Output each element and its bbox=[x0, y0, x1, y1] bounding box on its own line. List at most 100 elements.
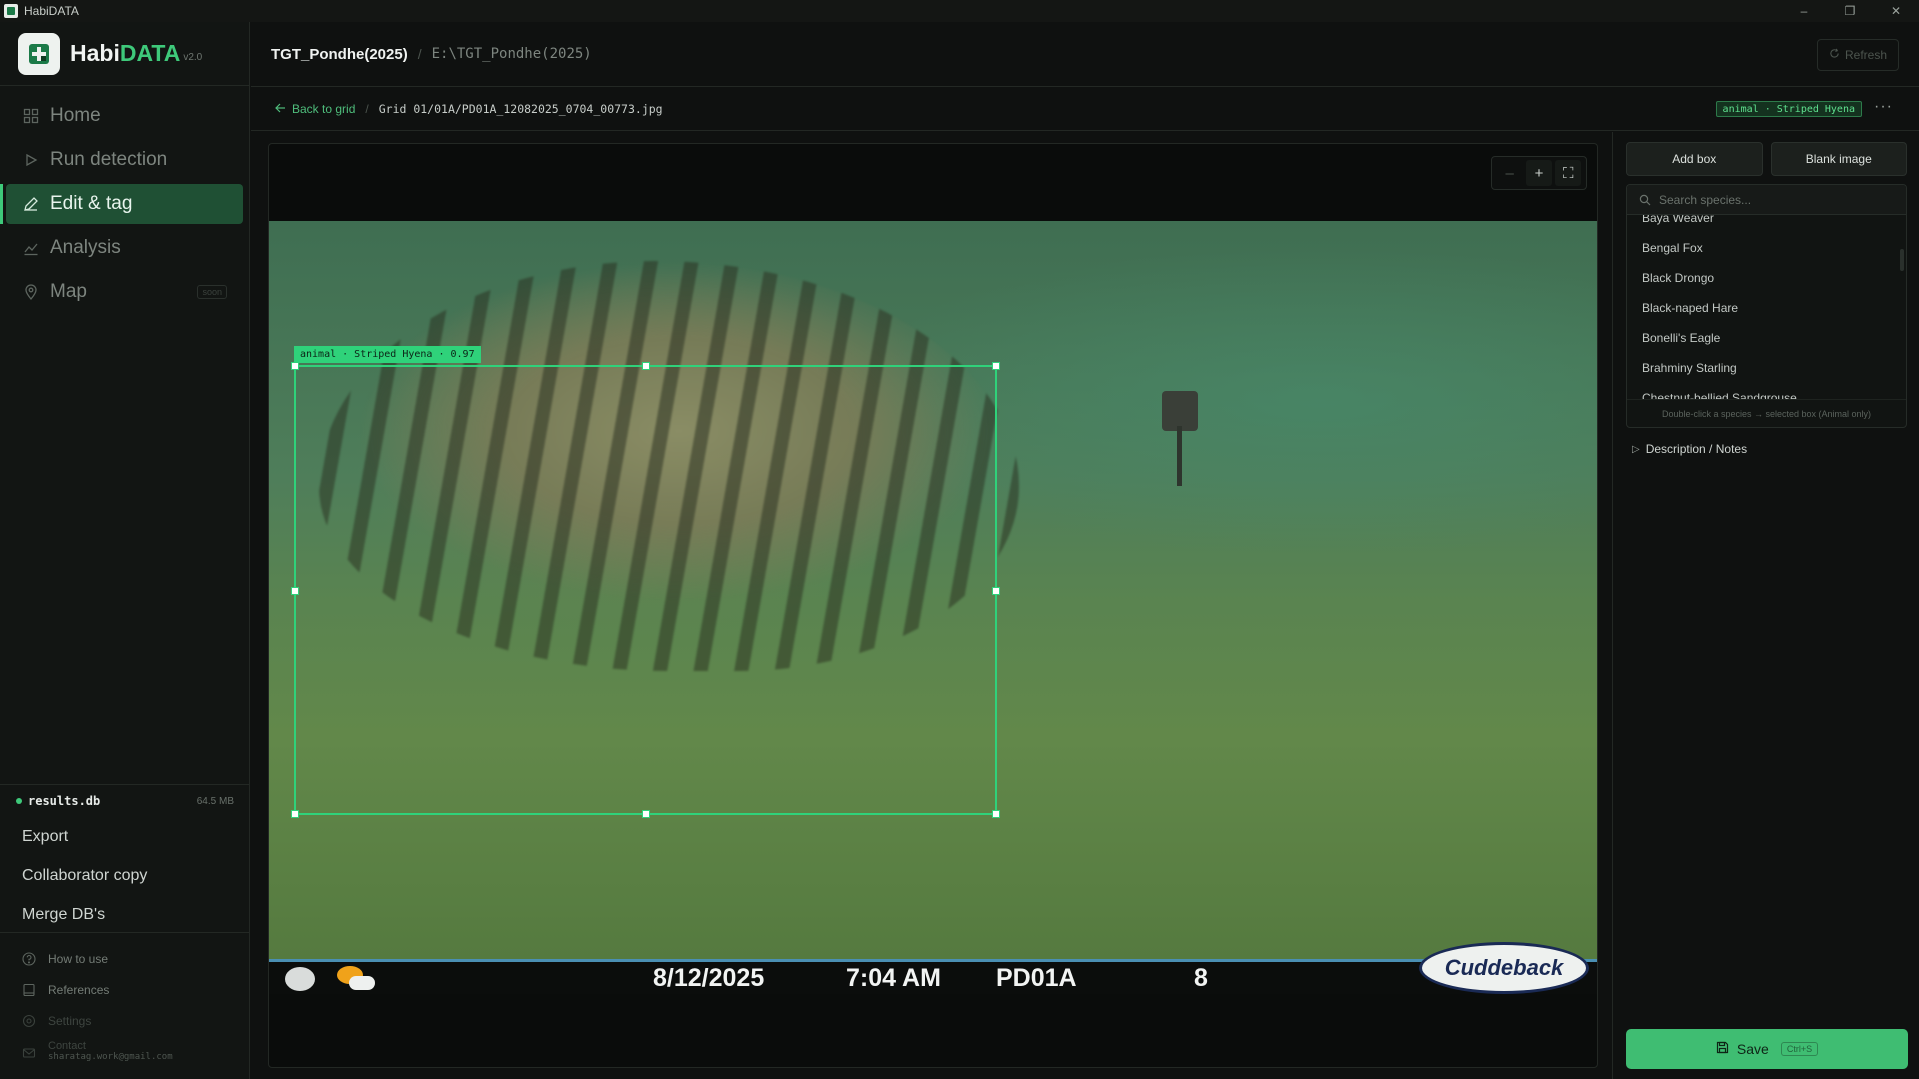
resize-handle-se[interactable] bbox=[992, 810, 1000, 818]
arrow-left-icon bbox=[275, 102, 286, 116]
trap-camera-image bbox=[1162, 391, 1198, 431]
detection-label: animal · Striped Hyena · 0.97 bbox=[294, 346, 481, 363]
trap-pole-image bbox=[1177, 426, 1182, 486]
add-box-button[interactable]: Add box bbox=[1626, 142, 1763, 176]
close-button[interactable]: ✕ bbox=[1873, 0, 1919, 22]
species-item[interactable]: Black-naped Hare bbox=[1627, 293, 1906, 323]
back-to-grid-link[interactable]: Back to grid bbox=[275, 102, 355, 116]
window-titlebar: HabiDATA – ❐ ✕ bbox=[0, 0, 1919, 22]
image-canvas[interactable]: – + ⛶ 8/12/2025 7:04 AM PD01A 8 Cuddebac… bbox=[268, 143, 1598, 1068]
path-separator: / bbox=[417, 46, 422, 62]
save-shortcut: Ctrl+S bbox=[1780, 1042, 1819, 1056]
resize-handle-n[interactable] bbox=[642, 362, 650, 370]
resize-handle-sw[interactable] bbox=[291, 810, 299, 818]
window-title: HabiDATA bbox=[24, 4, 79, 18]
back-to-grid-label: Back to grid bbox=[292, 102, 356, 116]
main-nav: Home Run detection Edit & tag Analysis M… bbox=[0, 86, 249, 312]
how-to-use-label: How to use bbox=[48, 951, 109, 966]
nav-label: Home bbox=[50, 105, 101, 126]
resize-handle-s[interactable] bbox=[642, 810, 650, 818]
description-notes-toggle[interactable]: ▷ Description / Notes bbox=[1632, 442, 1919, 456]
nav-home[interactable]: Home bbox=[6, 96, 243, 136]
nav-edit-tag[interactable]: Edit & tag bbox=[0, 184, 243, 224]
zoom-controls: – + ⛶ bbox=[1491, 156, 1587, 190]
zoom-out-button[interactable]: – bbox=[1497, 160, 1523, 186]
fit-screen-button[interactable]: ⛶ bbox=[1555, 160, 1582, 186]
species-item[interactable]: Black Drongo bbox=[1627, 263, 1906, 293]
sidebar: HabiDATA v2.0 Home Run detection Edit & … bbox=[0, 22, 250, 1079]
database-section: results.db 64.5 MB Export Collaborator c… bbox=[0, 784, 250, 934]
app-icon bbox=[4, 4, 18, 18]
resize-handle-w[interactable] bbox=[291, 587, 299, 595]
database-status: results.db 64.5 MB bbox=[0, 785, 250, 817]
grid-icon bbox=[22, 107, 40, 125]
moon-phase-icon bbox=[285, 967, 315, 991]
refresh-icon bbox=[1829, 48, 1840, 62]
nav-analysis[interactable]: Analysis bbox=[6, 228, 243, 268]
current-file-path: Grid 01/01A/PD01A_12082025_0704_00773.jp… bbox=[378, 102, 663, 116]
species-item[interactable]: Brahminy Starling bbox=[1627, 353, 1906, 383]
species-search bbox=[1627, 185, 1906, 215]
cuddeback-logo: Cuddeback bbox=[1419, 942, 1589, 994]
maximize-button[interactable]: ❐ bbox=[1827, 0, 1873, 22]
mail-icon bbox=[22, 1048, 36, 1058]
nav-label: Map bbox=[50, 281, 87, 302]
species-scrollbar[interactable] bbox=[1899, 219, 1904, 397]
resize-handle-ne[interactable] bbox=[992, 362, 1000, 370]
database-size: 64.5 MB bbox=[196, 795, 234, 807]
more-options-icon[interactable]: ··· bbox=[1874, 98, 1893, 116]
gear-icon bbox=[22, 1014, 36, 1027]
minimize-button[interactable]: – bbox=[1781, 0, 1827, 22]
species-item[interactable]: Baya Weaver bbox=[1627, 215, 1906, 233]
nav-label: Edit & tag bbox=[50, 193, 133, 214]
merge-dbs-button[interactable]: Merge DB's bbox=[0, 895, 250, 934]
chart-icon bbox=[22, 239, 40, 257]
contact-link[interactable]: Contact sharatag.work@gmail.com bbox=[0, 1040, 250, 1062]
export-button[interactable]: Export bbox=[0, 817, 250, 856]
tag-panel: Add box Blank image Baya Weaver Bengal F… bbox=[1612, 132, 1919, 1079]
resize-handle-nw[interactable] bbox=[291, 362, 299, 370]
project-name: TGT_Pondhe(2025) bbox=[271, 45, 408, 63]
species-item[interactable]: Chestnut-bellied Sandgrouse bbox=[1627, 383, 1906, 399]
floppy-disk-icon bbox=[1716, 1041, 1729, 1057]
database-name: results.db bbox=[28, 794, 101, 808]
search-icon bbox=[1639, 194, 1651, 205]
play-icon bbox=[22, 151, 40, 169]
save-button[interactable]: Save Ctrl+S bbox=[1626, 1029, 1908, 1069]
header: TGT_Pondhe(2025) / E:\TGT_Pondhe(2025) R… bbox=[251, 22, 1919, 87]
detection-bounding-box[interactable] bbox=[291, 362, 1000, 818]
species-tag-badge: animal · Striped Hyena bbox=[1715, 101, 1862, 117]
save-label: Save bbox=[1736, 1041, 1769, 1057]
settings-label: Settings bbox=[48, 1013, 92, 1028]
species-item[interactable]: Bengal Fox bbox=[1627, 233, 1906, 263]
species-search-input[interactable] bbox=[1659, 192, 1879, 207]
resize-handle-e[interactable] bbox=[992, 587, 1000, 595]
brand: HabiDATA v2.0 bbox=[0, 22, 249, 86]
soon-badge: soon bbox=[197, 285, 227, 299]
scrollbar-thumb[interactable] bbox=[1900, 249, 1904, 271]
project-path: E:\TGT_Pondhe(2025) bbox=[431, 46, 592, 62]
map-pin-icon bbox=[22, 283, 40, 301]
species-item[interactable]: Bonelli's Eagle bbox=[1627, 323, 1906, 353]
contact-label: Contact bbox=[48, 1040, 86, 1052]
settings-link[interactable]: Settings bbox=[0, 1005, 250, 1036]
window-controls: – ❐ ✕ bbox=[1781, 0, 1919, 22]
nav-label: Analysis bbox=[50, 237, 121, 258]
breadcrumb: Back to grid / Grid 01/01A/PD01A_1208202… bbox=[251, 88, 1919, 131]
collaborator-copy-button[interactable]: Collaborator copy bbox=[0, 856, 250, 895]
nav-run-detection[interactable]: Run detection bbox=[6, 140, 243, 180]
logo-icon bbox=[18, 32, 60, 75]
nav-map[interactable]: Map soon bbox=[6, 272, 243, 312]
camera-info-strip: 8/12/2025 7:04 AM PD01A 8 Cuddeback bbox=[269, 942, 1597, 994]
refresh-button[interactable]: Refresh bbox=[1817, 39, 1899, 71]
species-list[interactable]: Baya Weaver Bengal Fox Black Drongo Blac… bbox=[1627, 215, 1906, 399]
zoom-in-button[interactable]: + bbox=[1525, 160, 1552, 186]
status-dot-icon bbox=[16, 798, 22, 804]
pencil-icon bbox=[22, 195, 40, 213]
how-to-use-link[interactable]: How to use bbox=[0, 943, 250, 974]
blank-image-button[interactable]: Blank image bbox=[1770, 142, 1907, 176]
box-actions: Add box Blank image bbox=[1613, 132, 1919, 176]
species-hint: Double-click a species → selected box (A… bbox=[1627, 399, 1906, 427]
references-link[interactable]: References bbox=[0, 974, 250, 1005]
nav-label: Run detection bbox=[50, 149, 168, 170]
